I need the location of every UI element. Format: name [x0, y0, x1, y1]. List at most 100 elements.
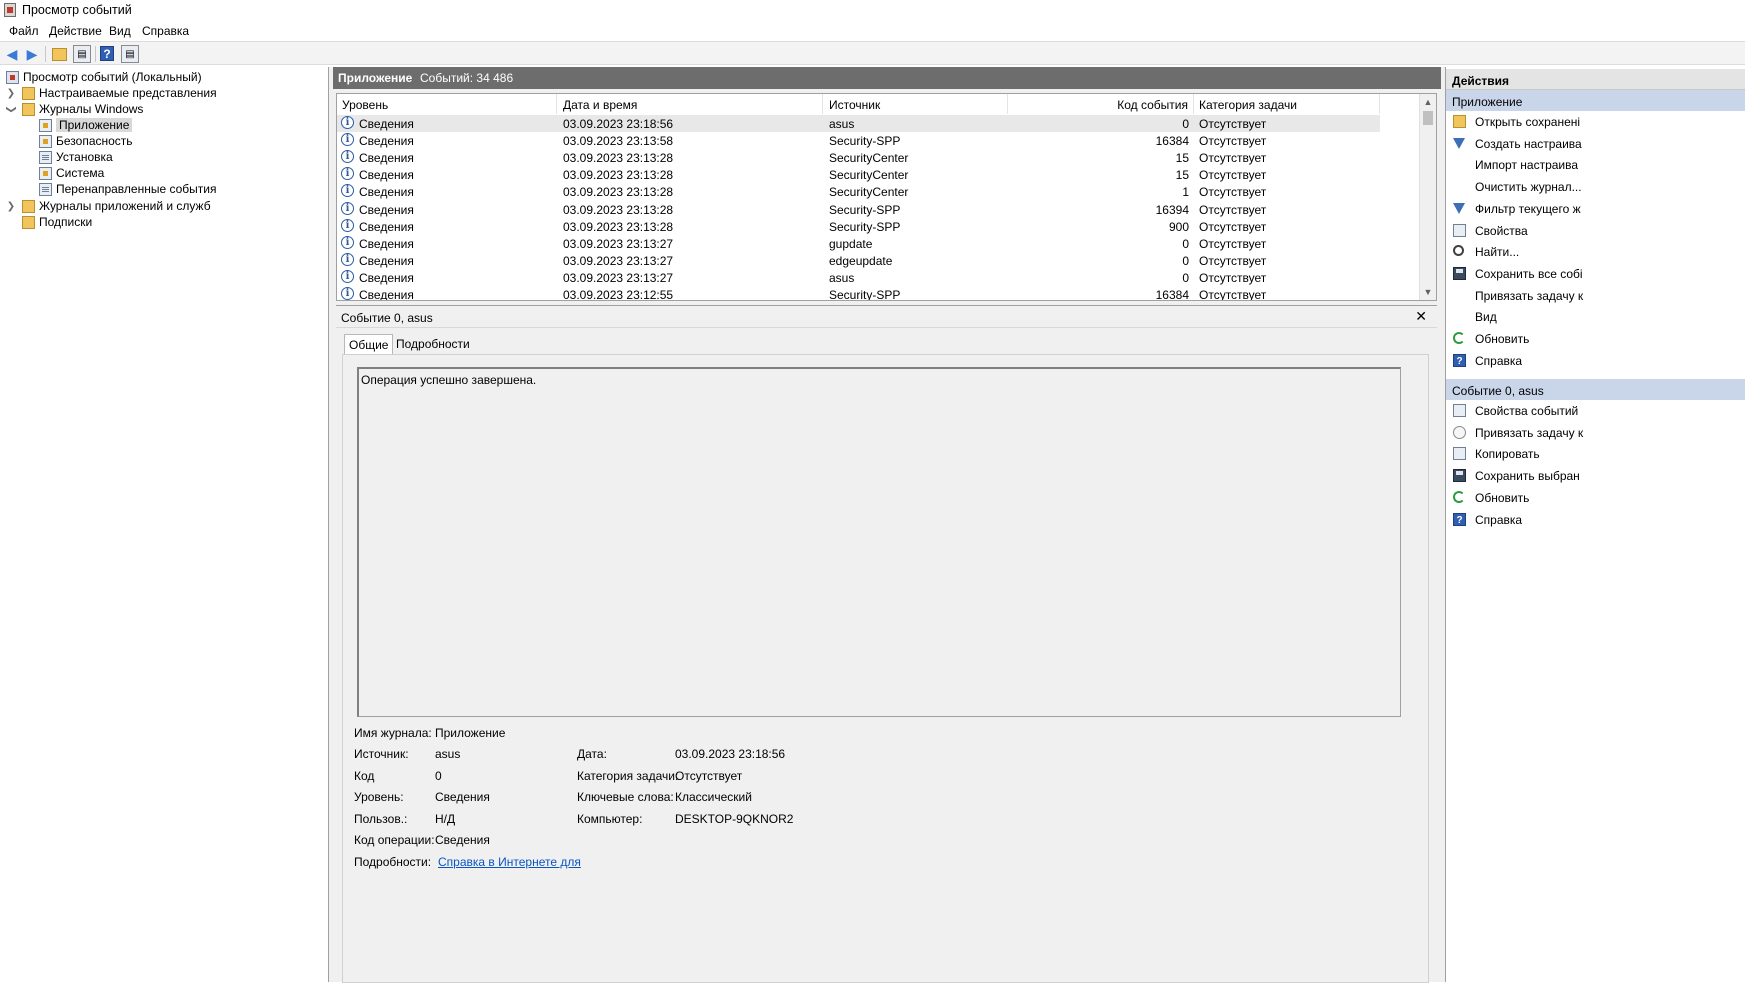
- events-grid[interactable]: Уровень Дата и время Источник Код событи…: [336, 93, 1437, 301]
- action-label: Обновить: [1475, 490, 1530, 505]
- save-icon: [1453, 469, 1466, 483]
- action-item[interactable]: Сохранить все собі: [1446, 264, 1745, 284]
- cell-level: Сведения: [359, 219, 414, 234]
- action-item[interactable]: Обновить: [1446, 488, 1745, 508]
- window-title: Просмотр событий: [22, 3, 132, 17]
- action-item[interactable]: Свойства событий: [1446, 401, 1745, 421]
- chevron-right-icon[interactable]: ❯: [6, 201, 16, 212]
- menu-view[interactable]: Вид: [109, 24, 131, 38]
- table-row[interactable]: i Сведения 03.09.2023 23:13:27 edgeupdate 0 О…: [337, 252, 1380, 269]
- info-icon: i: [341, 252, 354, 266]
- actions-section-application[interactable]: Приложение: [1446, 90, 1745, 111]
- tree-subscriptions[interactable]: Подписки: [22, 214, 92, 230]
- scroll-thumb[interactable]: [1423, 111, 1433, 125]
- action-item[interactable]: Сохранить выбран: [1446, 466, 1745, 486]
- action-label: Копировать: [1475, 447, 1540, 462]
- tree-custom-views[interactable]: ❯ Настраиваемые представления: [6, 85, 217, 101]
- menu-help[interactable]: Справка: [142, 24, 189, 38]
- action-label: Обновить: [1475, 332, 1530, 346]
- cell-event-code: 0: [1182, 253, 1189, 268]
- tree-system[interactable]: Система: [39, 165, 104, 181]
- tree-application-label: Приложение: [56, 118, 133, 132]
- event-count: Событий: 34 486: [420, 71, 514, 85]
- tree-application[interactable]: Приложение: [39, 117, 133, 133]
- action-item[interactable]: Привязать задачу к: [1446, 423, 1745, 443]
- log-icon: [39, 118, 52, 132]
- properties-panel-icon[interactable]: ▤: [121, 45, 139, 63]
- action-item[interactable]: Копировать: [1446, 444, 1745, 464]
- menu-file[interactable]: Файл: [9, 24, 39, 38]
- action-item[interactable]: Привязать задачу к: [1446, 286, 1745, 306]
- action-item[interactable]: Очистить журнал...: [1446, 177, 1745, 197]
- table-row[interactable]: i Сведения 03.09.2023 23:13:28 Security-SPP…: [337, 201, 1380, 218]
- console-tree-icon[interactable]: ▤: [73, 45, 91, 63]
- action-item[interactable]: Открыть сохранені: [1446, 112, 1745, 132]
- tree-app-services-logs[interactable]: ❯ Журналы приложений и служб: [6, 198, 211, 214]
- online-help-link[interactable]: Справка в Интернете для: [438, 855, 581, 869]
- log-icon: [39, 150, 52, 164]
- table-row[interactable]: i Сведения 03.09.2023 23:13:28 SecurityCent…: [337, 183, 1380, 200]
- close-icon[interactable]: ✕: [1415, 308, 1427, 325]
- cell-task-category: Отсутствует: [1199, 168, 1267, 183]
- action-item[interactable]: Импорт настраива: [1446, 155, 1745, 175]
- column-header-datetime[interactable]: Дата и время: [557, 94, 823, 114]
- tree-root[interactable]: Просмотр событий (Локальный): [6, 69, 202, 85]
- forward-arrow-icon[interactable]: ▶: [23, 45, 41, 63]
- tree-forwarded[interactable]: Перенаправленные события: [39, 181, 216, 197]
- grid-scrollbar[interactable]: ▲ ▼: [1419, 94, 1436, 300]
- open-folder-icon[interactable]: [52, 48, 67, 61]
- action-item[interactable]: Создать настраива: [1446, 134, 1745, 154]
- action-item[interactable]: Найти...: [1446, 242, 1745, 262]
- action-item[interactable]: ? Справка: [1446, 351, 1745, 371]
- table-row[interactable]: i Сведения 03.09.2023 23:13:58 Security-SPP…: [337, 132, 1380, 149]
- copy-icon: [1453, 447, 1466, 461]
- column-header-task-category[interactable]: Категория задачи: [1194, 94, 1380, 114]
- task-icon: [1453, 425, 1466, 439]
- column-header-level[interactable]: Уровень: [337, 94, 557, 114]
- help-icon[interactable]: ?: [100, 46, 114, 61]
- code-label: Код: [354, 769, 375, 783]
- chevron-right-icon[interactable]: ❯: [6, 88, 16, 99]
- event-message-box[interactable]: Операция успешно завершена.: [357, 367, 1401, 717]
- chevron-down-icon[interactable]: ❯: [6, 104, 17, 114]
- user-value: Н/Д: [435, 812, 456, 826]
- cell-level: Сведения: [359, 236, 414, 251]
- tree-forwarded-label: Перенаправленные события: [56, 182, 217, 196]
- tree-setup[interactable]: Установка: [39, 149, 113, 165]
- action-label: Создать настраива: [1475, 136, 1582, 151]
- action-item[interactable]: Вид: [1446, 307, 1745, 327]
- table-row[interactable]: i Сведения 03.09.2023 23:13:28 Security-SPP…: [337, 218, 1380, 235]
- menu-action[interactable]: Действие: [49, 24, 102, 38]
- back-arrow-icon[interactable]: ◀: [3, 45, 21, 63]
- log-name-value: Приложение: [435, 726, 506, 740]
- table-row[interactable]: i Сведения 03.09.2023 23:13:28 SecurityCent…: [337, 166, 1380, 183]
- action-item[interactable]: Обновить: [1446, 329, 1745, 349]
- log-icon: [39, 166, 52, 180]
- subscriptions-icon: [22, 215, 35, 229]
- column-header-event-code[interactable]: Код события: [1008, 94, 1194, 114]
- scroll-up-icon[interactable]: ▲: [1420, 94, 1436, 110]
- table-row[interactable]: i Сведения 03.09.2023 23:18:56 asus 0 Отсутст…: [337, 115, 1380, 132]
- table-row[interactable]: i Сведения 03.09.2023 23:12:55 Security-SPP…: [337, 286, 1380, 300]
- tree-security-label: Безопасность: [56, 134, 133, 148]
- tree-subscriptions-label: Подписки: [39, 215, 93, 229]
- action-item[interactable]: ? Справка: [1446, 510, 1745, 530]
- tab-general[interactable]: Общие: [344, 334, 394, 354]
- tab-details[interactable]: Подробности: [392, 334, 474, 354]
- action-item[interactable]: Фильтр текущего ж: [1446, 199, 1745, 219]
- table-row[interactable]: i Сведения 03.09.2023 23:13:27 gupdate 0 Отсу…: [337, 235, 1380, 252]
- cell-datetime: 03.09.2023 23:13:58: [563, 134, 674, 149]
- actions-header: Действия: [1446, 69, 1745, 90]
- action-item[interactable]: Свойства: [1446, 221, 1745, 241]
- tree-windows-logs-label: Журналы Windows: [39, 102, 144, 116]
- column-header-source[interactable]: Источник: [823, 94, 1008, 114]
- user-label: Пользов.:: [354, 812, 408, 826]
- action-label: Сохранить все собі: [1475, 266, 1583, 281]
- scroll-down-icon[interactable]: ▼: [1420, 284, 1436, 300]
- cell-source: asus: [829, 117, 855, 131]
- table-row[interactable]: i Сведения 03.09.2023 23:13:28 SecurityCent…: [337, 149, 1380, 166]
- tree-security[interactable]: Безопасность: [39, 133, 133, 149]
- table-row[interactable]: i Сведения 03.09.2023 23:13:27 asus 0 Отсутст…: [337, 269, 1380, 286]
- tree-windows-logs[interactable]: ❯ Журналы Windows: [6, 101, 144, 117]
- actions-section-event[interactable]: Событие 0, asus: [1446, 379, 1745, 400]
